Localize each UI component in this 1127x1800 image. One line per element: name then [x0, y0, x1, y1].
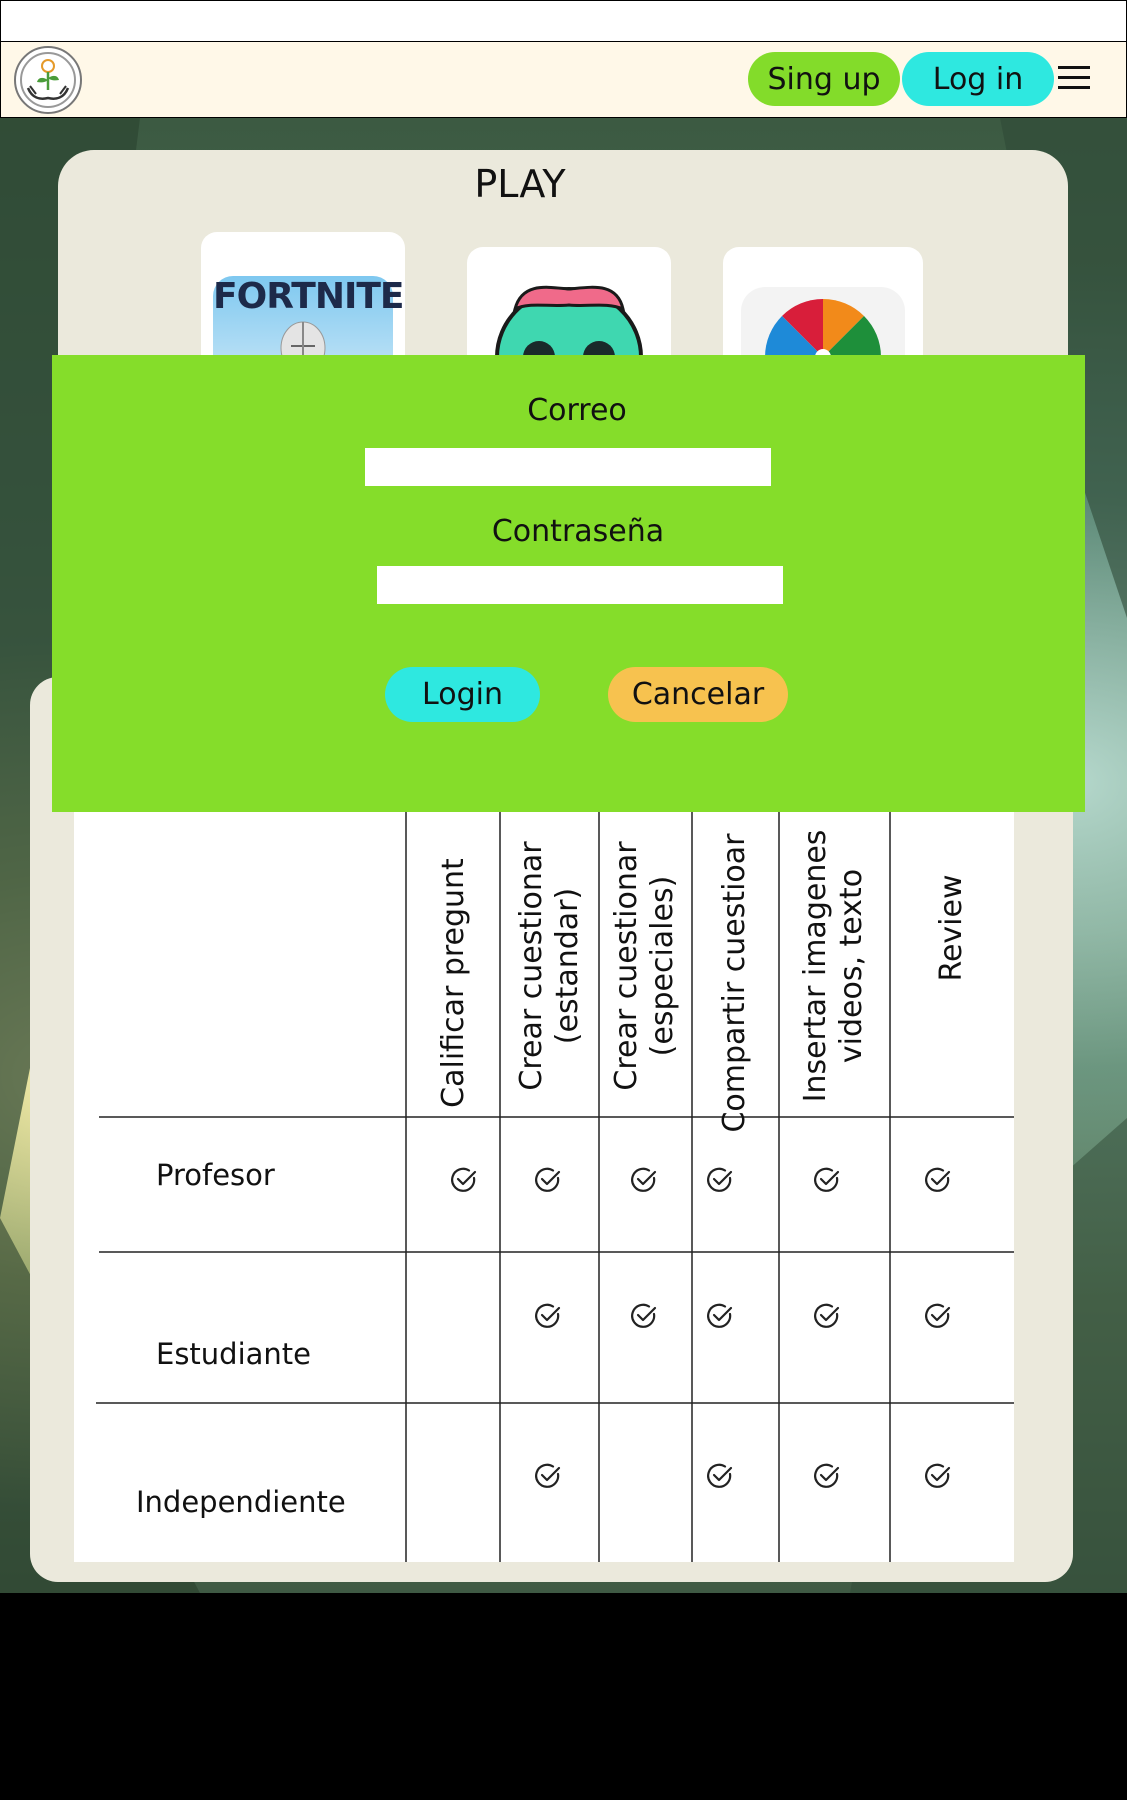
- check-circle-icon: [813, 1166, 841, 1194]
- footer-black: [0, 1593, 1127, 1800]
- check-circle-icon: [630, 1166, 658, 1194]
- check-circle-icon: [924, 1166, 952, 1194]
- hamburger-menu-icon[interactable]: [1058, 66, 1090, 92]
- column-header-review: Review: [934, 874, 969, 982]
- modal-login-button[interactable]: Login: [385, 667, 540, 722]
- modal-cancel-button[interactable]: Cancelar: [608, 667, 788, 722]
- check-circle-icon: [924, 1462, 952, 1490]
- signup-button[interactable]: Sing up: [748, 52, 900, 106]
- play-title: PLAY: [474, 162, 566, 206]
- column-header-insertar: Insertar imagenes videos, texto: [798, 829, 869, 1103]
- column-header-crear-especiales: Crear cuestionar (especiales): [609, 841, 680, 1091]
- column-header-crear-estandar: Crear cuestionar (estandar): [514, 841, 585, 1091]
- column-header-calificar: Calificar pregunt: [436, 858, 471, 1108]
- check-circle-icon: [706, 1166, 734, 1194]
- check-circle-icon: [534, 1166, 562, 1194]
- check-circle-icon: [813, 1462, 841, 1490]
- email-label: Correo: [527, 393, 627, 428]
- check-circle-icon: [706, 1462, 734, 1490]
- row-label-estudiante: Estudiante: [156, 1337, 312, 1371]
- check-circle-icon: [706, 1302, 734, 1330]
- check-circle-icon: [450, 1166, 478, 1194]
- row-label-profesor: Profesor: [156, 1158, 275, 1192]
- top-bar: [0, 0, 1127, 42]
- row-label-independiente: Independiente: [136, 1485, 346, 1519]
- email-input[interactable]: [365, 448, 771, 486]
- login-button[interactable]: Log in: [902, 52, 1054, 106]
- sprout-in-hands-logo-icon[interactable]: [14, 46, 82, 114]
- password-input[interactable]: [377, 566, 783, 604]
- check-circle-icon: [534, 1302, 562, 1330]
- check-circle-icon: [924, 1302, 952, 1330]
- check-circle-icon: [813, 1302, 841, 1330]
- check-circle-icon: [630, 1302, 658, 1330]
- permissions-table: Calificar pregunt Crear cuestionar (esta…: [74, 785, 1014, 1562]
- column-header-compartir: Compartir cuestioar: [717, 833, 752, 1133]
- password-label: Contraseña: [491, 514, 665, 549]
- check-circle-icon: [534, 1462, 562, 1490]
